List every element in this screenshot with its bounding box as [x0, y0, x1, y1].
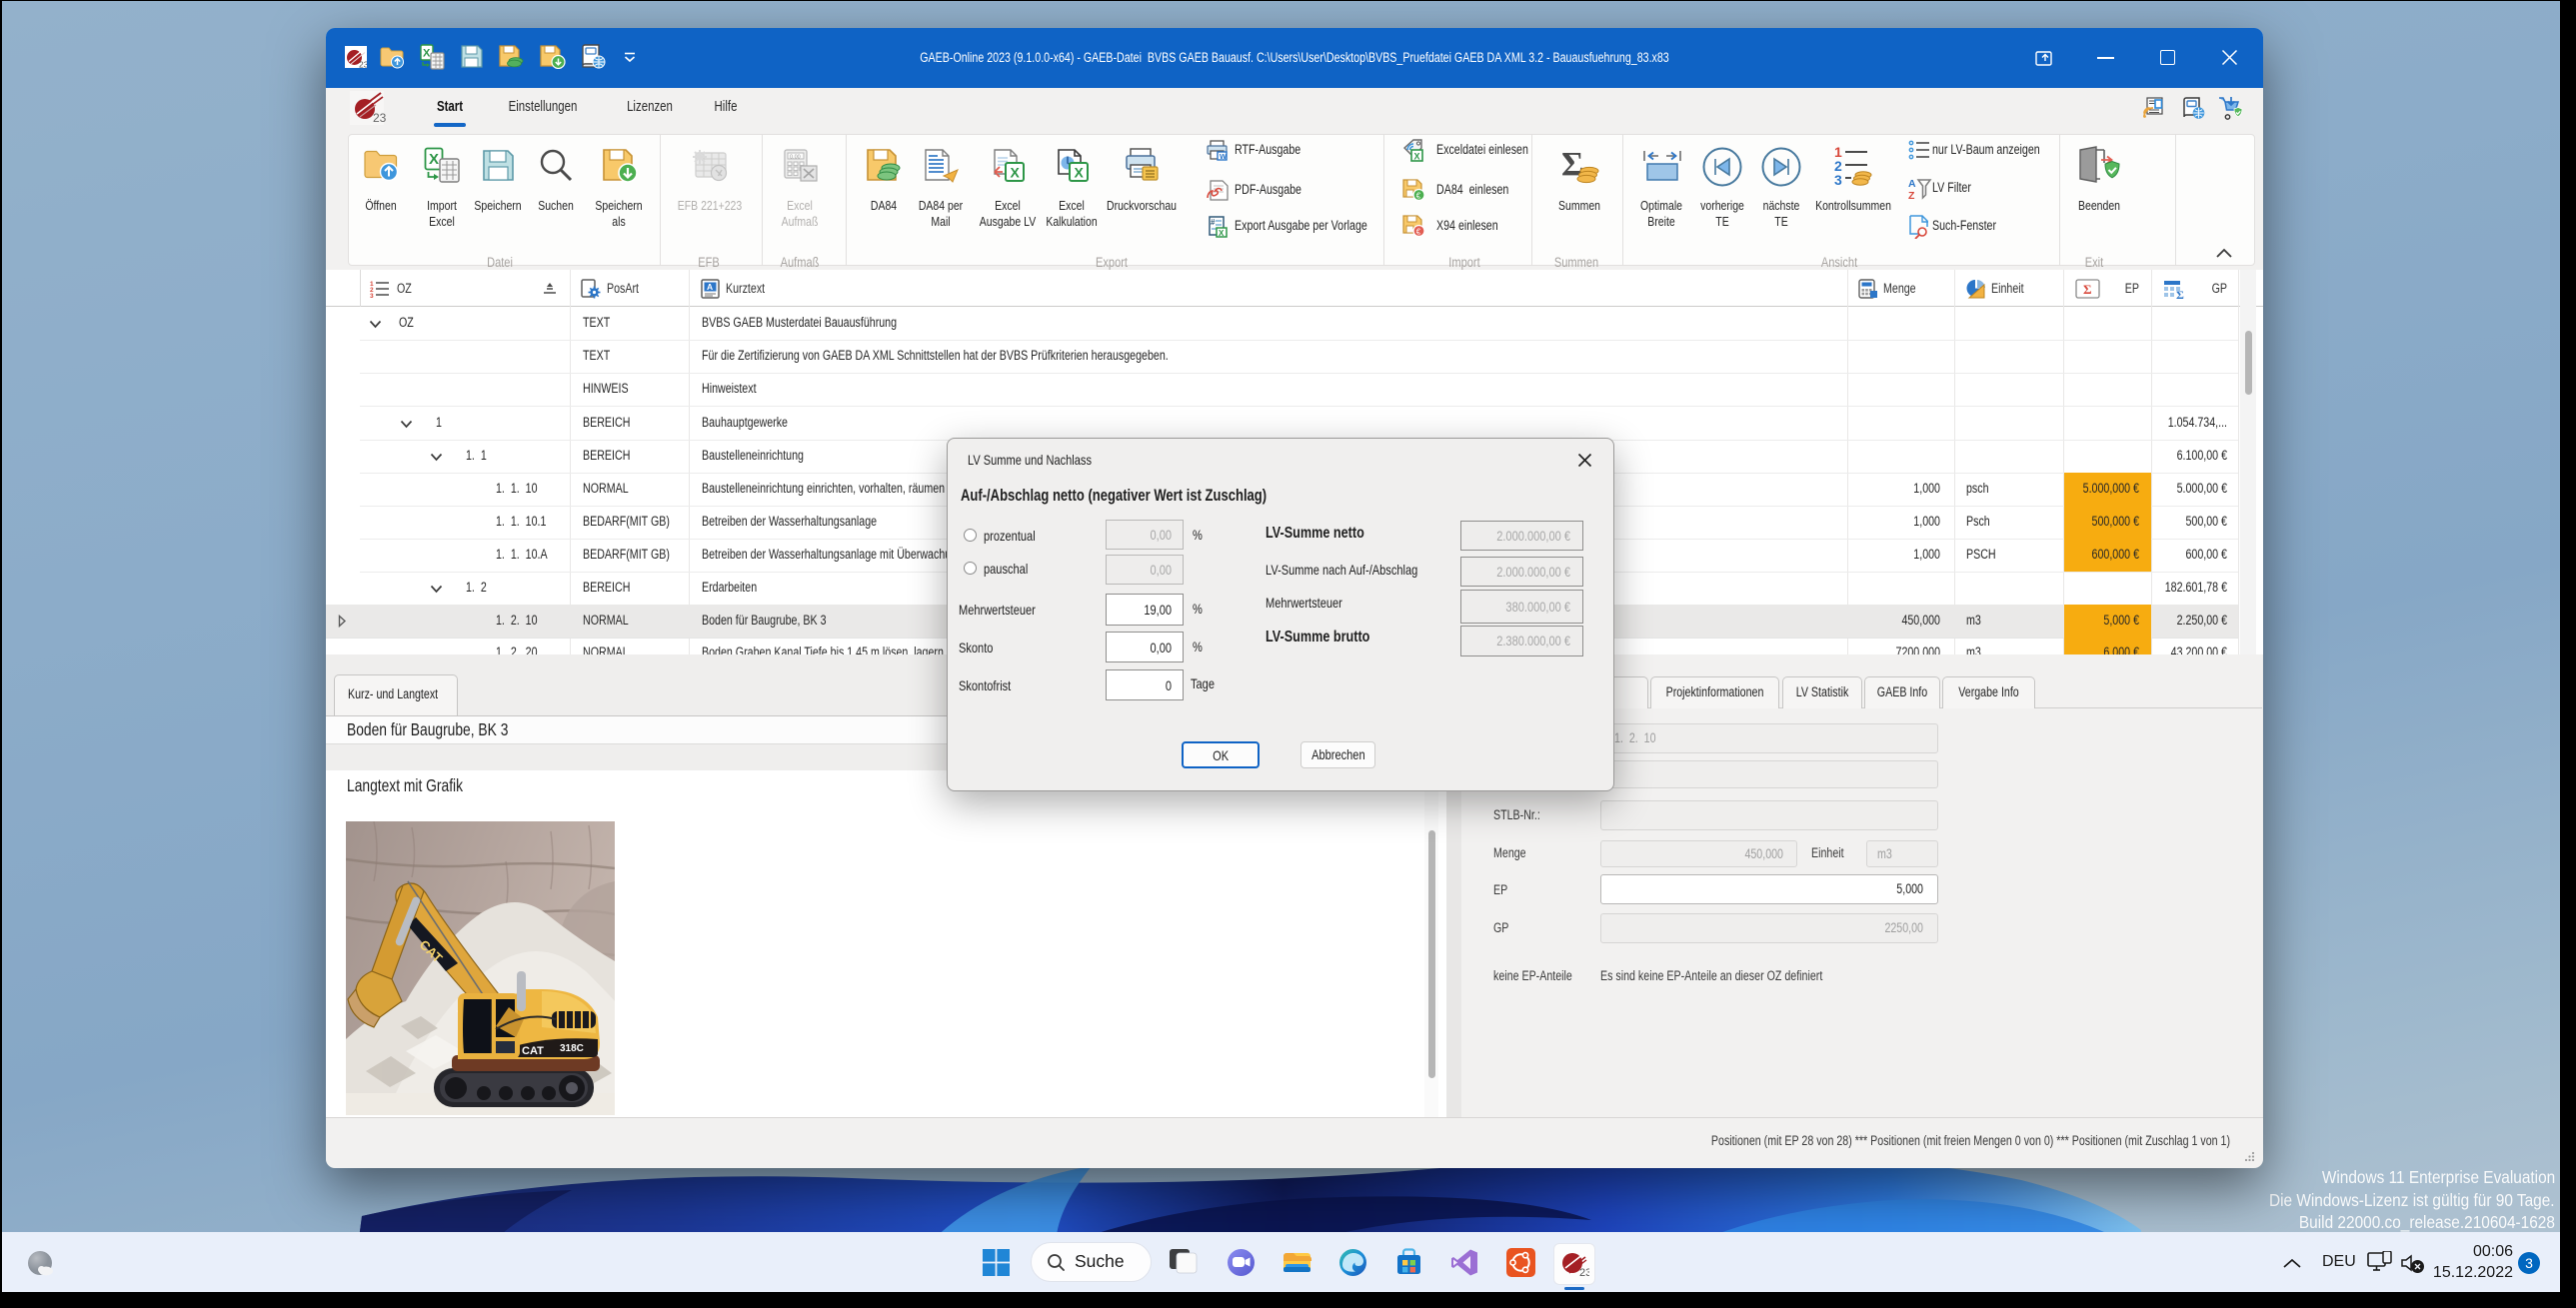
svg-text:318C: 318C: [560, 1043, 584, 1054]
svg-text:CAT: CAT: [522, 1045, 544, 1057]
svg-text:X: X: [423, 48, 431, 60]
svg-text:€: €: [1416, 228, 1421, 237]
svg-text:0.00: 0.00: [790, 155, 801, 161]
svg-text:X: X: [1219, 229, 1225, 238]
svg-text:23: 23: [373, 111, 386, 125]
svg-text:#: #: [1211, 218, 1216, 227]
svg-text:X: X: [1011, 165, 1021, 181]
svg-text:3: 3: [370, 293, 374, 298]
svg-text:X: X: [1075, 165, 1085, 181]
svg-text:W: W: [1220, 152, 1228, 161]
svg-text:X: X: [429, 151, 439, 168]
svg-text:A: A: [707, 282, 713, 292]
svg-text:Σ: Σ: [2083, 282, 2092, 297]
svg-text:23: 23: [359, 60, 367, 70]
svg-text:3: 3: [1834, 172, 1842, 188]
svg-text:X: X: [1414, 152, 1420, 162]
svg-text:€: €: [1416, 192, 1421, 201]
svg-text:A: A: [1908, 178, 1916, 190]
svg-text:23: 23: [1579, 1267, 1589, 1278]
svg-text:Z: Z: [1908, 190, 1915, 201]
svg-text:Σ: Σ: [2176, 288, 2184, 299]
